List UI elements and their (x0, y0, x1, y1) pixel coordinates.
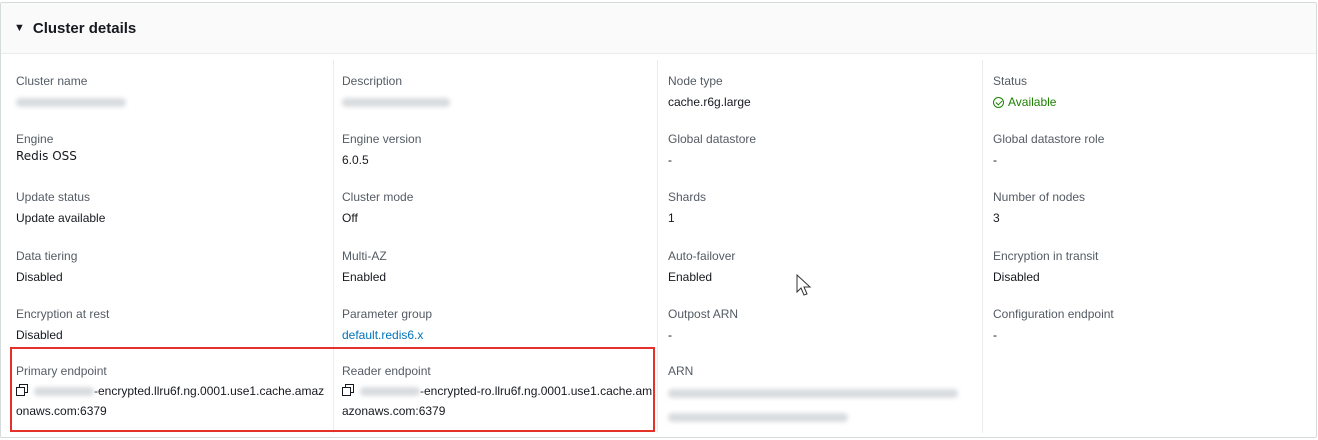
status-value: Available (1008, 95, 1057, 109)
node-type-value: cache.r6g.large (668, 95, 751, 109)
field-global-datastore: Global datastore - (668, 131, 987, 168)
panel-title: Cluster details (32, 19, 137, 37)
field-encryption-at-rest: Encryption at rest Disabled (16, 306, 328, 343)
global-datastore-role-value: - (993, 153, 997, 167)
primary-endpoint-value: -encrypted.llru6f.ng.0001.use1.cache.ama… (16, 381, 328, 421)
caret-down-icon[interactable]: ▼ (14, 22, 25, 34)
field-encryption-in-transit: Encryption in transit Disabled (993, 248, 1318, 285)
field-label: Engine version (342, 132, 422, 146)
field-label: Shards (668, 190, 707, 204)
field-label: Node type (668, 74, 723, 88)
field-parameter-group: Parameter group default.redis6.x (342, 306, 653, 343)
update-status-value: Update available (16, 211, 106, 225)
redacted-value (668, 413, 848, 422)
field-shards: Shards 1 (668, 189, 987, 226)
field-engine-version: Engine version 6.0.5 (342, 131, 653, 168)
details-column-3: Node type cache.r6g.large Global datasto… (657, 60, 977, 433)
reader-endpoint-value: -encrypted-ro.llru6f.ng.0001.use1.cache.… (342, 381, 653, 421)
field-label: Global datastore role (993, 132, 1105, 146)
field-data-tiering: Data tiering Disabled (16, 248, 328, 285)
encryption-at-rest-value: Disabled (16, 328, 63, 342)
cluster-details-header[interactable]: ▼ Cluster details (1, 3, 1316, 54)
encryption-in-transit-value: Disabled (993, 270, 1040, 284)
field-status: Status Available (993, 73, 1318, 110)
field-label: Global datastore (668, 132, 757, 146)
field-global-datastore-role: Global datastore role - (993, 131, 1318, 168)
data-tiering-value: Disabled (16, 270, 63, 284)
field-label: Number of nodes (993, 190, 1086, 204)
field-engine: Engine Redis OSS (16, 131, 328, 164)
field-description: Description (342, 73, 653, 110)
details-column-1: Cluster name Engine Redis OSS Update sta… (16, 60, 328, 433)
configuration-endpoint-value: - (993, 328, 997, 342)
field-primary-endpoint: Primary endpoint -encrypted.llru6f.ng.00… (16, 363, 328, 421)
engine-value: Redis OSS (16, 149, 77, 163)
redacted-value (668, 389, 958, 399)
field-label: Configuration endpoint (993, 307, 1114, 321)
field-label: Cluster mode (342, 190, 414, 204)
field-number-of-nodes: Number of nodes 3 (993, 189, 1318, 226)
field-label: Engine (16, 132, 54, 146)
details-column-4: Status Available Global datastore role -… (982, 60, 1312, 433)
field-cluster-mode: Cluster mode Off (342, 189, 653, 226)
copy-icon[interactable] (16, 384, 28, 396)
field-label: Encryption at rest (16, 307, 110, 321)
mouse-pointer-icon (796, 274, 812, 296)
redacted-value (34, 387, 94, 397)
copy-icon[interactable] (342, 384, 354, 396)
field-outpost-arn: Outpost ARN - (668, 306, 987, 343)
field-multi-az: Multi-AZ Enabled (342, 248, 653, 285)
field-auto-failover: Auto-failover Enabled (668, 248, 987, 285)
auto-failover-value: Enabled (668, 270, 713, 284)
field-reader-endpoint: Reader endpoint -encrypted-ro.llru6f.ng.… (342, 363, 653, 421)
field-label: Reader endpoint (342, 364, 431, 378)
redacted-value (342, 98, 450, 108)
outpost-arn-value: - (668, 328, 672, 342)
cluster-name-value (16, 94, 328, 110)
field-label: Data tiering (16, 249, 78, 263)
field-update-status: Update status Update available (16, 189, 328, 226)
check-circle-icon (993, 96, 1004, 108)
field-node-type: Node type cache.r6g.large (668, 73, 987, 110)
redacted-value (360, 387, 420, 397)
cluster-mode-value: Off (342, 211, 358, 225)
details-column-2: Description Engine version 6.0.5 Cluster… (333, 60, 652, 433)
field-arn: ARN (668, 363, 987, 422)
parameter-group-link[interactable]: default.redis6.x (342, 327, 653, 343)
engine-version-value: 6.0.5 (342, 153, 369, 167)
field-label: Update status (16, 190, 91, 204)
number-of-nodes-value: 3 (993, 211, 1000, 225)
field-cluster-name: Cluster name (16, 73, 328, 110)
description-value (342, 94, 653, 110)
field-label: Auto-failover (668, 249, 736, 263)
field-label: Encryption in transit (993, 249, 1099, 263)
field-configuration-endpoint: Configuration endpoint - (993, 306, 1318, 343)
field-label: Multi-AZ (342, 249, 387, 263)
redacted-value (16, 98, 126, 108)
field-label: Primary endpoint (16, 364, 107, 378)
field-label: Cluster name (16, 74, 88, 88)
field-label: Outpost ARN (668, 307, 739, 321)
global-datastore-value: - (668, 153, 672, 167)
arn-value (668, 385, 987, 422)
field-label: Status (993, 74, 1028, 88)
status-badge: Available (993, 94, 1318, 110)
field-label: Parameter group (342, 307, 433, 321)
multi-az-value: Enabled (342, 270, 387, 284)
field-label: Description (342, 74, 403, 88)
field-label: ARN (668, 364, 694, 378)
shards-value: 1 (668, 211, 675, 225)
